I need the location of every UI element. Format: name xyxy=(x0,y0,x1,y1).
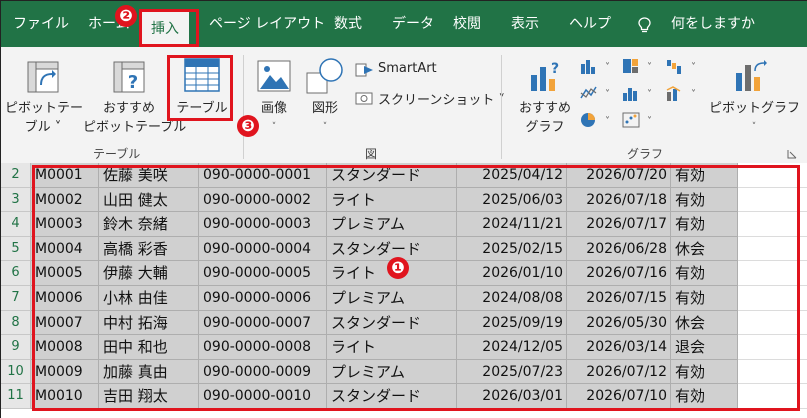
lightbulb-icon xyxy=(638,17,651,33)
svg-text:˅: ˅ xyxy=(605,61,610,73)
scatter-chart-icon[interactable]: ˅ xyxy=(621,111,657,129)
charts-group-label: グラフ xyxy=(627,147,664,161)
step-2-badge: ❷ xyxy=(115,5,137,27)
tab-page-layout[interactable]: ページ レイアウト xyxy=(209,1,325,47)
line-chart-icon[interactable]: ˅ xyxy=(579,84,615,102)
recommended-charts-button[interactable]: おすすめ グラフ xyxy=(515,99,575,137)
recommended-charts-label-1: おすすめ xyxy=(518,101,571,116)
pivot-chart-label: ピボットグラフ xyxy=(709,101,801,116)
group-separator xyxy=(501,55,502,159)
tab-review[interactable]: 校閲 xyxy=(453,1,481,47)
svg-text:˅: ˅ xyxy=(605,115,610,127)
pivot-chart-icon xyxy=(736,60,767,91)
row-header[interactable]: 9 xyxy=(1,335,31,360)
row-header[interactable]: 8 xyxy=(1,310,31,336)
row-header[interactable]: 7 xyxy=(1,286,31,311)
table-group-label: テーブル xyxy=(93,147,141,161)
shapes-icon xyxy=(306,58,343,94)
table-button-highlight xyxy=(167,55,233,121)
step-3-badge: ❸ xyxy=(237,115,259,137)
svg-text:?: ? xyxy=(128,72,138,93)
row-header[interactable]: 11 xyxy=(1,384,31,409)
hierarchy-chart-icon[interactable]: ˅ xyxy=(621,57,657,75)
insert-ribbon: ピボットテー ブル ˅ ? おすすめ ピボットテーブル テーブル テーブル 画像… xyxy=(1,47,807,165)
shapes-button[interactable]: 図形 ˅ xyxy=(301,99,349,137)
row-header[interactable]: 5 xyxy=(1,236,31,262)
screenshot-button[interactable]: スクリーンショット ˅ xyxy=(378,89,505,108)
step-1-badge: ❶ xyxy=(387,257,409,279)
combo-chart-icon[interactable]: ˅ xyxy=(665,84,701,102)
insert-tab-highlight xyxy=(139,9,199,47)
svg-text:˅: ˅ xyxy=(691,61,696,73)
chevron-down-icon: ˅ xyxy=(322,122,328,132)
tab-data[interactable]: データ xyxy=(392,1,434,47)
dialog-launcher-icon[interactable] xyxy=(787,149,797,159)
row-header[interactable]: 4 xyxy=(1,212,31,237)
recommended-pivot-button[interactable]: おすすめ ピボットテーブル xyxy=(83,99,187,137)
smartart-button[interactable]: SmartArt xyxy=(378,61,437,76)
tab-formulas[interactable]: 数式 xyxy=(334,1,362,47)
svg-text:˅: ˅ xyxy=(647,88,652,100)
svg-text:?: ? xyxy=(551,61,559,77)
recommended-pivot-label-2: ピボットテーブル xyxy=(83,120,187,135)
smartart-icon xyxy=(355,63,373,77)
row-header[interactable]: 3 xyxy=(1,187,31,213)
pivot-table-icon xyxy=(27,61,59,93)
svg-text:˅: ˅ xyxy=(647,61,652,73)
picture-button[interactable]: 画像 ˅ xyxy=(251,99,297,137)
recommended-pivot-label-1: おすすめ xyxy=(102,101,155,116)
group-separator xyxy=(243,55,244,159)
column-chart-icon[interactable]: ˅ xyxy=(579,57,615,75)
tab-view[interactable]: 表示 xyxy=(511,1,539,47)
svg-text:˅: ˅ xyxy=(605,88,610,100)
pivot-table-button[interactable]: ピボットテー ブル ˅ xyxy=(5,99,84,137)
chevron-down-icon: ˅ xyxy=(751,122,757,132)
picture-label: 画像 xyxy=(260,101,287,116)
svg-text:˅: ˅ xyxy=(691,88,696,100)
svg-text:˅: ˅ xyxy=(647,115,652,127)
pie-chart-icon[interactable]: ˅ xyxy=(579,111,615,129)
pivot-table-label-1: ピボットテー xyxy=(5,101,84,116)
row-header[interactable]: 2 xyxy=(1,163,31,188)
recommended-charts-icon: ? xyxy=(531,61,559,91)
shapes-label: 図形 xyxy=(311,101,338,116)
tell-me-search[interactable]: 何をしますか xyxy=(671,1,755,47)
illustrations-group-label: 図 xyxy=(365,147,378,161)
recommended-pivot-icon: ? xyxy=(113,61,145,93)
statistic-chart-icon[interactable]: ˅ xyxy=(621,84,657,102)
pivot-table-label-2: ブル ˅ xyxy=(24,120,62,135)
data-range-highlight xyxy=(32,165,800,411)
tab-help[interactable]: ヘルプ xyxy=(569,1,611,47)
tab-file[interactable]: ファイル xyxy=(13,1,69,47)
screenshot-icon xyxy=(355,92,373,105)
waterfall-chart-icon[interactable]: ˅ xyxy=(665,57,701,75)
row-header[interactable]: 6 xyxy=(1,261,31,286)
recommended-charts-label-2: グラフ xyxy=(525,120,565,135)
row-header[interactable]: 10 xyxy=(1,359,31,385)
pivot-chart-button[interactable]: ピボットグラフ ˅ xyxy=(709,99,801,137)
picture-icon xyxy=(257,60,291,92)
